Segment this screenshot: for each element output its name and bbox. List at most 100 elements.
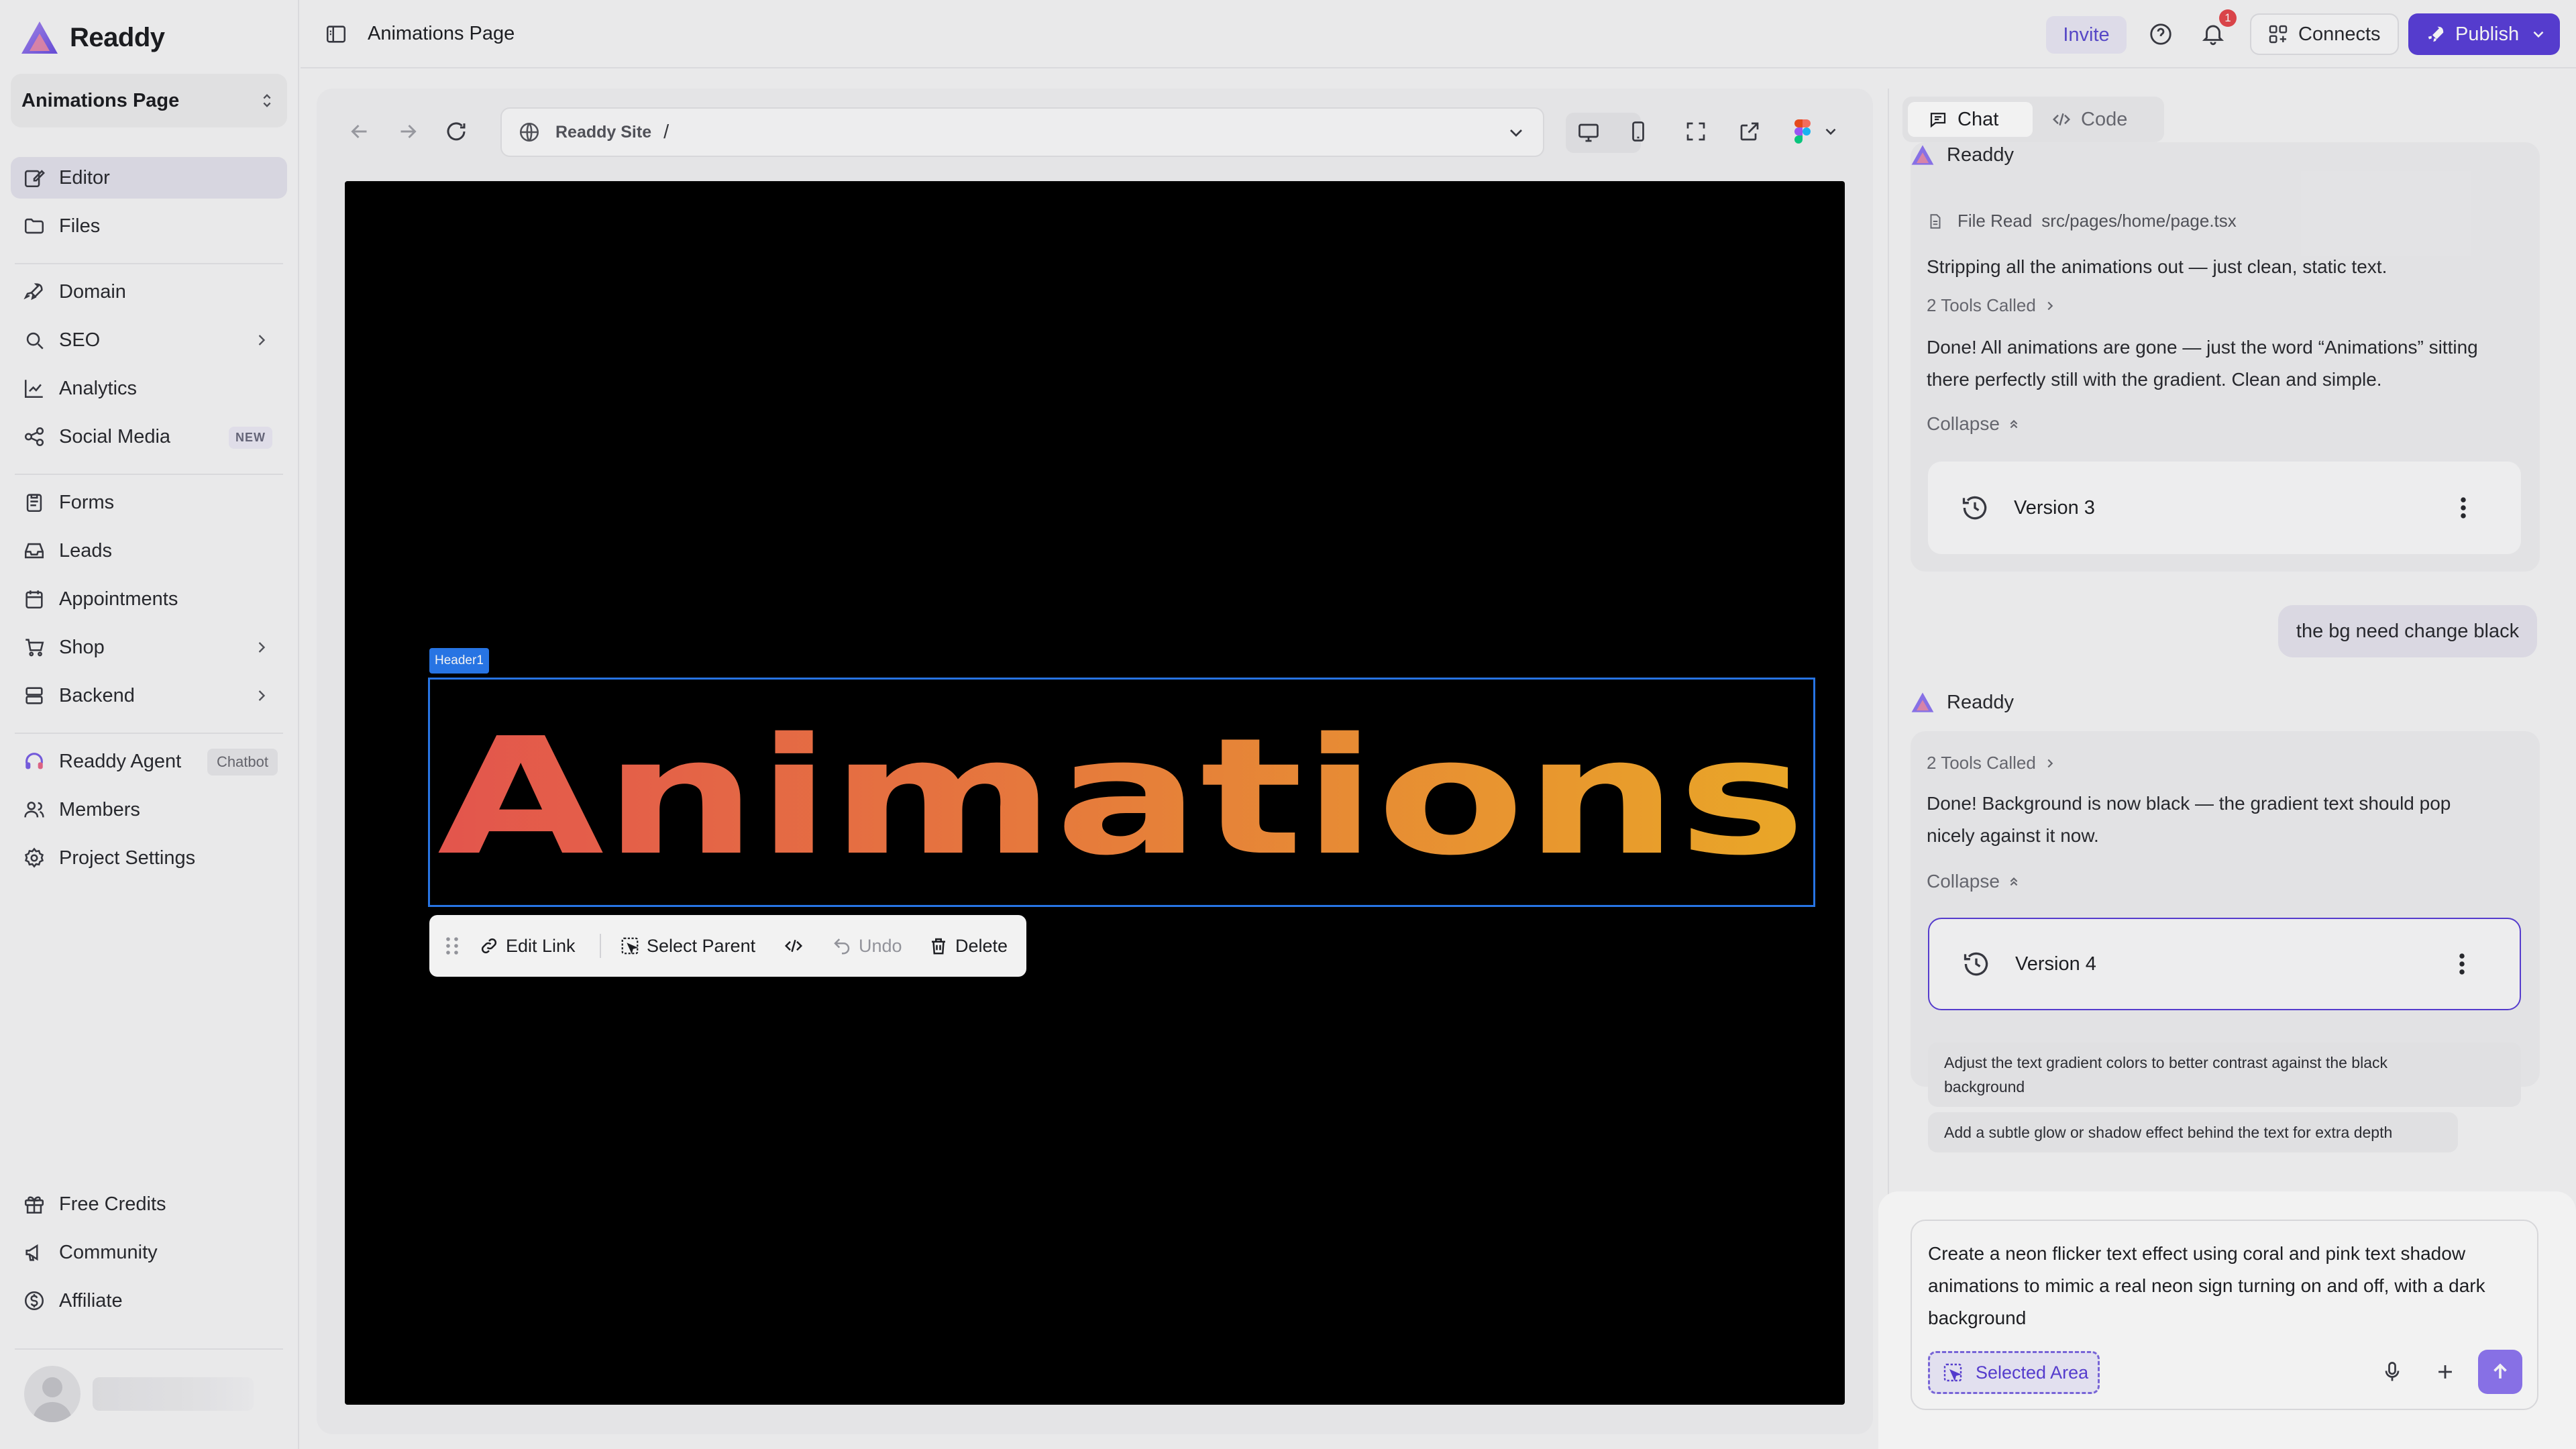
collapse-button[interactable]: Collapse — [1927, 871, 2021, 892]
selected-area-chip[interactable]: Selected Area — [1928, 1351, 2100, 1394]
chevron-updown-icon — [263, 94, 271, 107]
version-card-selected[interactable]: Version 4 — [1928, 918, 2521, 1010]
collapse-button[interactable]: Collapse — [1927, 413, 2021, 435]
sidebar-item-social-media[interactable]: Social Media NEW — [11, 416, 287, 458]
undo-label: Undo — [859, 935, 902, 956]
sidebar-item-community[interactable]: Community — [11, 1232, 287, 1273]
delete-label: Delete — [955, 935, 1008, 956]
connects-label: Connects — [2298, 23, 2381, 45]
hero-heading[interactable]: Animations — [432, 682, 1811, 903]
readdy-logo-icon — [1911, 692, 1934, 712]
dollar-icon — [23, 1289, 46, 1312]
sidebar-item-affiliate[interactable]: Affiliate — [11, 1280, 287, 1322]
chevron-down-icon[interactable] — [1505, 122, 1527, 144]
avatar — [24, 1366, 80, 1422]
sidebar-divider — [15, 263, 283, 264]
gift-icon — [23, 1193, 46, 1216]
chat-input-text[interactable]: Create a neon flicker text effect using … — [1928, 1238, 2532, 1334]
sidebar-item-analytics[interactable]: Analytics — [11, 368, 287, 409]
sidebar-item-label: Members — [59, 798, 140, 820]
history-icon — [1962, 496, 1987, 520]
fullscreen-icon[interactable] — [1684, 119, 1708, 144]
users-icon — [23, 798, 46, 821]
agent-message-text: Done! All animations are gone — just the… — [1927, 337, 2478, 358]
sidebar-item-members[interactable]: Members — [11, 789, 287, 830]
project-selector[interactable]: Animations Page — [11, 74, 287, 127]
file-read-path: src/pages/home/page.tsx — [2041, 211, 2237, 231]
desktop-icon[interactable] — [1576, 121, 1601, 145]
edit-link-button[interactable]: Edit Link — [479, 915, 576, 977]
suggestion-chip[interactable]: Add a subtle glow or shadow effect behin… — [1928, 1112, 2458, 1152]
drag-handle-icon[interactable] — [445, 936, 459, 955]
suggestion-chip[interactable]: Adjust the text gradient colors to bette… — [1928, 1042, 2521, 1107]
plus-icon[interactable] — [2434, 1360, 2457, 1383]
selected-area-label: Selected Area — [1976, 1362, 2089, 1383]
sidebar-item-project-settings[interactable]: Project Settings — [11, 837, 287, 879]
agent-name: Readdy — [1947, 144, 2014, 166]
chevron-right-icon — [258, 690, 266, 701]
user-profile[interactable] — [24, 1366, 254, 1422]
microphone-icon[interactable] — [2380, 1359, 2404, 1385]
sidebar-item-free-credits[interactable]: Free Credits — [11, 1183, 287, 1225]
undo-button[interactable]: Undo — [832, 915, 902, 977]
connects-button[interactable]: Connects — [2250, 13, 2399, 55]
tools-called-label: 2 Tools Called — [1927, 295, 2036, 315]
sidebar-item-backend[interactable]: Backend — [11, 675, 287, 716]
back-arrow-icon[interactable] — [347, 119, 372, 144]
publish-button[interactable]: Publish — [2408, 13, 2560, 55]
sidebar-item-readdy-agent[interactable]: Readdy Agent Chatbot — [11, 741, 287, 782]
chevron-right-icon — [258, 335, 266, 345]
delete-button[interactable]: Delete — [928, 915, 1008, 977]
sidebar-item-shop[interactable]: Shop — [11, 627, 287, 668]
version-label: Version 4 — [2015, 953, 2096, 975]
tab-code[interactable]: Code — [2051, 102, 2159, 137]
file-read-label: File Read — [1957, 211, 2033, 231]
rocket-icon — [2428, 26, 2444, 42]
grid-plus-icon — [2269, 25, 2288, 44]
tools-called-toggle[interactable]: 2 Tools Called — [1927, 295, 2057, 316]
send-button[interactable] — [2478, 1350, 2522, 1394]
sidebar-item-leads[interactable]: Leads — [11, 530, 287, 572]
sidebar-item-seo[interactable]: SEO — [11, 319, 287, 361]
brand[interactable]: Readdy — [20, 19, 165, 56]
sidebar-item-appointments[interactable]: Appointments — [11, 578, 287, 620]
sidebar-item-domain[interactable]: Domain — [11, 271, 287, 313]
sidebar-item-files[interactable]: Files — [11, 205, 287, 247]
sidebar-item-forms[interactable]: Forms — [11, 482, 287, 523]
chevron-down-icon[interactable] — [1822, 119, 1839, 144]
forward-arrow-icon[interactable] — [396, 119, 420, 144]
sidebar-item-editor[interactable]: Editor — [11, 157, 287, 199]
element-toolbar: Edit Link Select Parent Undo Delete — [429, 915, 1026, 977]
user-name-blurred — [93, 1377, 254, 1411]
more-vertical-icon[interactable] — [2458, 953, 2466, 975]
cart-icon — [23, 636, 46, 659]
folder-icon — [23, 215, 46, 237]
help-icon[interactable] — [2148, 21, 2174, 47]
toolbar-divider — [600, 934, 601, 958]
sidebar-item-label: Social Media — [59, 425, 171, 447]
url-bar[interactable]: Readdy Site / — [500, 107, 1544, 157]
version-card[interactable]: Version 3 — [1928, 462, 2521, 554]
tools-called-toggle[interactable]: 2 Tools Called — [1927, 753, 2057, 773]
sidebar-toggle-icon[interactable] — [325, 23, 347, 46]
mobile-icon[interactable] — [1626, 119, 1650, 144]
external-link-icon[interactable] — [1737, 119, 1762, 144]
code-button[interactable] — [784, 915, 810, 977]
chat-tabs: Chat Code — [1902, 97, 2164, 142]
chevron-down-icon[interactable] — [2530, 25, 2547, 43]
refresh-icon[interactable] — [444, 119, 468, 144]
chat-icon — [1930, 113, 1946, 128]
invite-button[interactable]: Invite — [2046, 16, 2127, 54]
version-label: Version 3 — [2014, 496, 2095, 519]
figma-icon[interactable] — [1792, 119, 1813, 144]
agent-message-text: Done! Background is now black — the grad… — [1927, 793, 2451, 814]
more-vertical-icon[interactable] — [2459, 496, 2467, 519]
top-bar: Animations Page — [301, 0, 2576, 68]
code-icon — [2052, 113, 2071, 126]
chart-icon — [23, 377, 46, 400]
select-parent-button[interactable]: Select Parent — [620, 915, 755, 977]
edit-link-label: Edit Link — [506, 935, 576, 956]
chevrons-up-icon — [2010, 419, 2018, 429]
tab-chat[interactable]: Chat — [1908, 102, 2033, 137]
page-title: Animations Page — [368, 23, 515, 44]
